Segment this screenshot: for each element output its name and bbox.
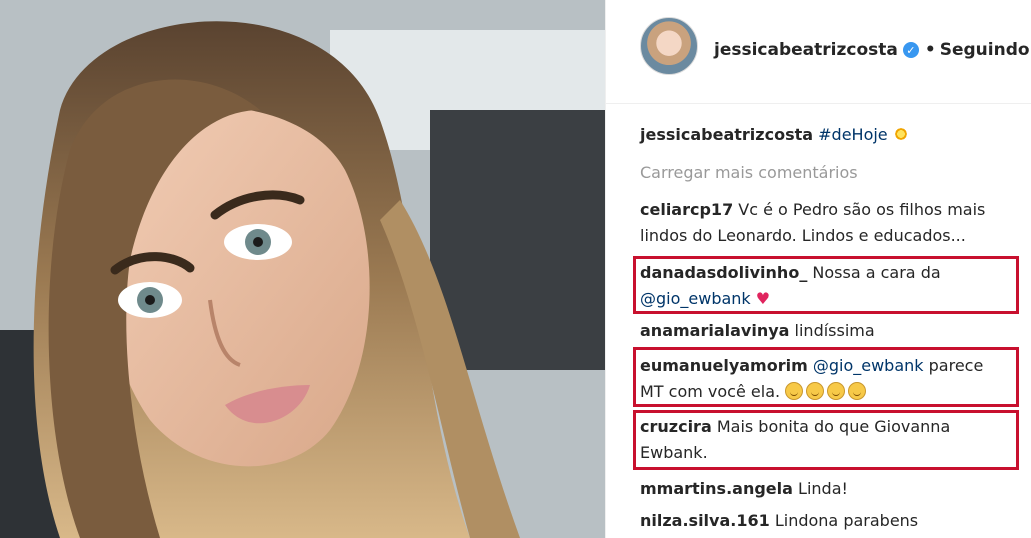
verified-badge-icon: ✓ [902, 42, 919, 58]
comment-item: danadasdolivinho_ Nossa a cara da @gio_e… [640, 260, 1020, 312]
comment-text: MT com você ela. [640, 382, 781, 401]
sparkle-icon [891, 125, 910, 143]
comment-text: Linda! [798, 479, 848, 498]
comment-username[interactable]: danadasdolivinho_ [640, 263, 807, 282]
post-photo [0, 0, 605, 538]
comment-username[interactable]: eumanuelyamorim [640, 356, 808, 375]
header-line: jessicabeatrizcosta ✓ • Seguindo [714, 40, 1030, 60]
comment-item: mmartins.angela Linda! [640, 476, 1020, 502]
avatar[interactable] [640, 17, 698, 75]
author-username[interactable]: jessicabeatrizcosta [714, 40, 898, 60]
comment-item: eumanuelyamorim @gio_ewbank parece MT co… [640, 353, 1020, 405]
separator-dot: • [924, 40, 936, 60]
comment-text: lindos do Leonardo. Lindos e educados... [640, 226, 966, 245]
smiley-icon [785, 382, 804, 400]
caption: jessicabeatrizcosta #deHoje [640, 122, 1020, 148]
comment-text: Lindona parabens [774, 511, 919, 530]
post-header: jessicabeatrizcosta ✓ • Seguindo [606, 0, 1031, 104]
comment-text: Ewbank. [640, 443, 708, 462]
comment-text: lindíssima [794, 321, 875, 340]
comment-item: cruzcira Mais bonita do que Giovanna Ewb… [640, 414, 1020, 466]
smiley-icon [848, 382, 867, 400]
comment-mention[interactable]: @gio_ewbank [640, 289, 751, 308]
comment-text: Nossa a cara da [812, 263, 941, 282]
comment-item: anamarialavinya lindíssima [640, 318, 1020, 344]
comment-item: nilza.silva.161 Lindona parabens [640, 508, 1020, 534]
comment-username[interactable]: celiarcp17 [640, 200, 733, 219]
comment-username[interactable]: nilza.silva.161 [640, 511, 770, 530]
comment-text: Mais bonita do que Giovanna [716, 417, 951, 436]
load-more-comments[interactable]: Carregar mais comentários [640, 160, 1020, 186]
smiley-icon [806, 382, 825, 400]
smiley-icon [827, 382, 846, 400]
follow-button[interactable]: Seguindo [940, 40, 1030, 60]
comment-mention[interactable]: @gio_ewbank [813, 356, 924, 375]
comment-text: parece [928, 356, 984, 375]
caption-hashtag[interactable]: #deHoje [818, 125, 888, 144]
heart-icon: ♥ [755, 289, 771, 308]
comment-username[interactable]: cruzcira [640, 417, 712, 436]
comment-username[interactable]: anamarialavinya [640, 321, 789, 340]
comment-text: Vc é o Pedro são os filhos mais [738, 200, 986, 219]
comment-item: celiarcp17 Vc é o Pedro são os filhos ma… [640, 197, 1020, 249]
comments-panel: jessicabeatrizcosta ✓ • Seguindo jessica… [606, 0, 1031, 538]
comment-username[interactable]: mmartins.angela [640, 479, 793, 498]
caption-username[interactable]: jessicabeatrizcosta [640, 125, 813, 144]
